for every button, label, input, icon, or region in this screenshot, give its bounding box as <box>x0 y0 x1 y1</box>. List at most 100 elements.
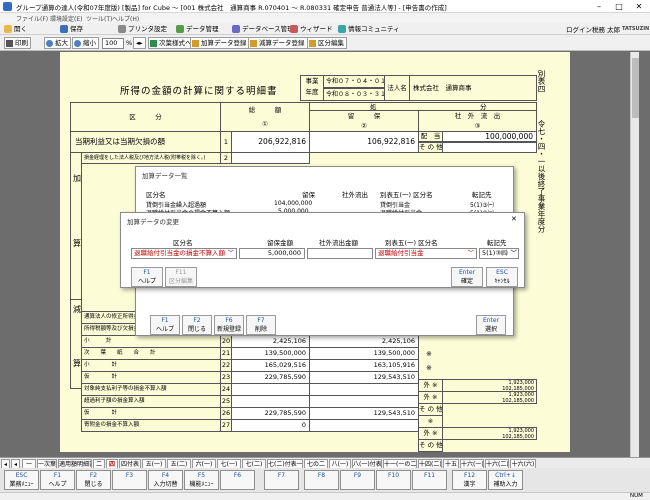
info-community-button[interactable]: 情報コミュニティ <box>338 24 400 34</box>
kome-mark-3: ※ <box>426 364 432 372</box>
fkey-f6[interactable]: F6 <box>220 470 255 490</box>
fkey-f7[interactable]: F7 <box>264 470 299 490</box>
zoom-stepper[interactable]: ◂▸ <box>133 37 146 49</box>
add-data-icon <box>192 40 199 47</box>
list-header: 区分名 留保 社外流出 別表五(一) 区分名 転記先 <box>146 191 492 199</box>
wizard-button[interactable]: ウィザード <box>290 24 333 34</box>
close-window-button[interactable]: ✕ <box>629 0 649 13</box>
printer-settings-button[interactable]: プリンタ設定 <box>118 24 167 34</box>
edit-ryuho-input[interactable]: 5,000,000 <box>239 248 305 259</box>
zoom-out-button[interactable]: 縮小 <box>72 37 99 49</box>
row-ryuho[interactable] <box>309 419 419 432</box>
fkey-f2[interactable]: F2 閉じる <box>76 470 111 490</box>
gai-values-2: 1,923,000 102,185,000 <box>442 391 537 404</box>
main-toolbar: 開く 保存 プリンタ設定 データ管理 データベース管理 ウィザード 情報コミュニ… <box>0 23 650 35</box>
row1-ryuho[interactable]: 106,922,816 <box>309 131 419 153</box>
data-manage-button[interactable]: データ管理 <box>176 24 219 34</box>
edit-dest-select[interactable]: 5(1)③㈣ ﹀ <box>479 248 519 259</box>
fkey-esc[interactable]: ESC 業務ﾒﾆｭｰ <box>4 470 39 490</box>
haito-amount[interactable]: 100,000,000 <box>442 131 537 142</box>
add-data-button[interactable]: 加算データ登録 <box>190 37 250 49</box>
list-close-button[interactable]: F2 閉じる <box>182 315 212 335</box>
print-icon <box>6 40 13 47</box>
arrow-right-icon <box>150 40 157 47</box>
zoom-out-icon <box>74 40 81 47</box>
edit-kubun-select[interactable]: 退職給付引当金の損金不算入額 ﹀ <box>131 248 237 259</box>
header-shagai: 社 外 流 出③ <box>418 110 537 132</box>
fkey-f8[interactable]: F8 <box>304 470 339 490</box>
corp-name-value: 株式会社 通算商事 <box>409 75 537 101</box>
database-icon <box>232 25 240 33</box>
save-button[interactable]: 保存 <box>60 24 83 34</box>
status-bar: NUM <box>0 492 650 500</box>
edit-cancel-button[interactable]: ESC ｷｬﾝｾﾙ <box>486 267 518 287</box>
minimize-button[interactable]: – <box>589 0 609 13</box>
chevron-down-icon: ﹀ <box>227 249 235 257</box>
sonota-amount[interactable] <box>442 142 537 153</box>
row1-total[interactable]: 206,922,816 <box>231 131 310 153</box>
database-manage-button[interactable]: データベース管理 <box>232 24 294 34</box>
fkey-f10[interactable]: F10 <box>376 470 411 490</box>
fkey-f9[interactable]: F9 <box>340 470 375 490</box>
fkey-f3[interactable]: F3 <box>112 470 147 490</box>
edit-confirm-button[interactable]: Enter 確定 <box>451 267 483 287</box>
edit-dialog-title: 加算データの変更 <box>127 218 179 226</box>
period-to: 令和０８・０３・３１ <box>323 88 385 101</box>
list-select-button[interactable]: Enter 選択 <box>476 315 506 335</box>
zoom-in-button[interactable]: 拡大 <box>44 37 71 49</box>
add-section-label: 加算 <box>70 152 82 300</box>
list-help-button[interactable]: F1 ヘルプ <box>150 315 180 335</box>
category-edit-icon <box>309 40 316 47</box>
fkey-f11[interactable]: F11 <box>412 470 447 490</box>
menu-file[interactable]: ファイル(F) <box>16 14 48 23</box>
open-button[interactable]: 開く <box>4 24 27 34</box>
kome-mark-2: ※ <box>426 350 432 358</box>
num-lock-indicator: NUM <box>630 493 643 499</box>
printer-icon <box>118 25 126 33</box>
row2-total[interactable] <box>231 152 310 164</box>
fkey-f5[interactable]: F5 機能ﾒﾆｭｰ <box>184 470 219 490</box>
edit-close-button[interactable]: ✕ <box>511 215 517 223</box>
list-new-button[interactable]: F6 新規登録 <box>214 315 244 335</box>
fkey-f12[interactable]: F12 漢字 <box>452 470 487 490</box>
fkey-f1[interactable]: F1 ヘルプ <box>40 470 75 490</box>
wizard-icon <box>290 25 298 33</box>
zoom-select[interactable]: 100 <box>102 38 124 49</box>
edit-header: 区分名 留保金額 社外流出金額 別表五(一) 区分名 転記先 <box>173 239 507 247</box>
edit-category-button[interactable]: F11 区分編集 <box>165 267 197 287</box>
menu-help[interactable]: ヘルプ(H) <box>112 14 139 23</box>
list-row-1[interactable]: 貸倒引当金繰入超過額 104,000,000 貸倒引当金 5(1)③㈠ <box>144 200 504 209</box>
row-label: 寄附金の損金不算入額 <box>81 419 221 432</box>
sub-data-button[interactable]: 減算データ登録 <box>248 37 308 49</box>
add-data-edit-dialog: 加算データの変更 ✕ 区分名 留保金額 社外流出金額 別表五(一) 区分名 転記… <box>120 212 525 288</box>
app-icon <box>3 2 12 11</box>
list-delete-button[interactable]: F7 削除 <box>246 315 276 335</box>
next-sheet-button[interactable]: 次葉様式へ <box>148 37 195 49</box>
print-button[interactable]: 印刷 <box>4 37 31 49</box>
maximize-button[interactable]: □ <box>609 0 629 13</box>
form-period-side: 令七・四・一以後終了事業年度分 <box>537 120 546 233</box>
menu-tools[interactable]: ツール(T) <box>86 14 112 23</box>
row2-label: 損金経理をした法人税及び地方法人税(附帯税を除く。) <box>81 152 221 164</box>
scroll-thumb[interactable] <box>632 58 639 118</box>
form-title: 所得の金額の計算に関する明細書 <box>120 86 278 97</box>
zoom-unit: % <box>126 39 133 47</box>
gai-values-3: 1,923,000 102,185,000 <box>442 427 537 440</box>
sub-data-icon <box>250 40 257 47</box>
header-ryuho: 留 保② <box>309 110 419 132</box>
menu-settings[interactable]: 環境設定(E) <box>50 14 82 23</box>
sheet-tabs: ◂ ◂ 一一次葉 適用額明細書二四四付表 五(一) 五(二) 六(一) 七(一) 七(二) 七… <box>0 457 650 469</box>
form-side-label: 別表四 <box>537 70 546 93</box>
folder-icon <box>4 25 12 33</box>
vertical-scrollbar[interactable] <box>630 52 639 457</box>
edit-help-button[interactable]: F1 ヘルプ <box>131 267 163 287</box>
fkey-ctrl[interactable]: Ctrl+↓ 補助入力 <box>488 470 523 490</box>
fkey-f4[interactable]: F4 入力切替 <box>148 470 183 490</box>
category-edit-button[interactable]: 区分編集 <box>307 37 347 49</box>
edit-b5-select[interactable]: 退職給付引当金 ﹀ <box>375 248 477 259</box>
window-title: グループ通算の達人(令和07年度版) [製品] for Cube ～ [001 … <box>16 4 447 12</box>
row-total[interactable]: 0 <box>231 419 310 432</box>
zoom-in-icon <box>46 40 53 47</box>
edit-shagai-input[interactable] <box>307 248 373 259</box>
chevron-down-icon: ﹀ <box>510 249 518 257</box>
